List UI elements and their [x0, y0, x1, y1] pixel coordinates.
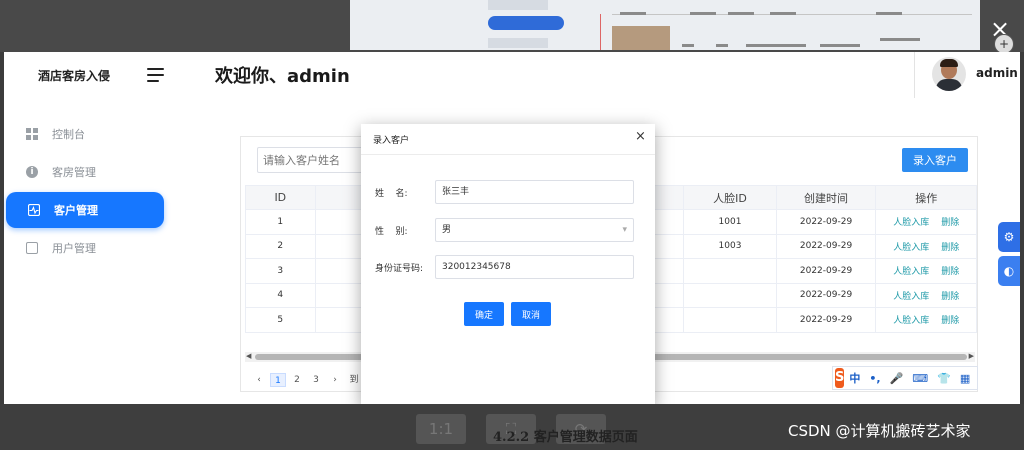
page-1-button[interactable]: 1: [270, 373, 286, 387]
cell-created: 2022-09-29: [775, 258, 877, 284]
scroll-right-icon[interactable]: ▶: [969, 352, 974, 360]
ime-lang-toggle[interactable]: 中: [849, 370, 860, 386]
brand-title: 酒店客房入侵: [38, 69, 111, 83]
cell-face-id: [683, 307, 777, 333]
face-enroll-link[interactable]: 人脸入库: [893, 243, 929, 253]
customer-search-input[interactable]: [257, 147, 367, 173]
cell-id: 3: [245, 258, 316, 284]
col-header-id[interactable]: ID: [245, 185, 316, 210]
dialog-title: 录入客户: [373, 136, 410, 146]
skin-icon[interactable]: 👕: [937, 372, 951, 385]
name-label: 姓 名:: [375, 189, 408, 199]
sidebar-item-users[interactable]: 用户管理: [4, 230, 164, 266]
sidebar-item-label: 客户管理: [54, 204, 98, 217]
cell-actions: 人脸入库 删除: [875, 282, 977, 308]
col-header-created[interactable]: 创建时间: [775, 185, 877, 210]
sogou-logo-icon[interactable]: S: [835, 368, 845, 388]
ime-punct-toggle[interactable]: •,: [869, 372, 880, 385]
header-divider: [914, 52, 915, 98]
id-number-field[interactable]: 320012345678: [435, 255, 634, 279]
gender-label: 性 别:: [375, 227, 408, 237]
dashboard-icon: [26, 128, 38, 140]
cell-actions: 人脸入库 删除: [875, 307, 977, 333]
face-enroll-link[interactable]: 人脸入库: [893, 267, 929, 277]
cell-face-id: 1003: [683, 233, 777, 259]
avatar[interactable]: [932, 57, 966, 91]
id-number-value: 320012345678: [442, 262, 511, 272]
delete-link[interactable]: 删除: [941, 316, 959, 326]
cell-created: 2022-09-29: [775, 209, 877, 235]
sidebar-item-label: 客房管理: [52, 166, 96, 179]
cell-created: 2022-09-29: [775, 233, 877, 259]
actual-size-button[interactable]: 1:1: [416, 414, 466, 444]
cell-face-id: [683, 282, 777, 308]
cell-actions: 人脸入库 删除: [875, 258, 977, 284]
app-header: 酒店客房入侵 欢迎你、admin admin: [4, 52, 1020, 98]
name-value: 张三丰: [442, 187, 470, 197]
figure-caption: 4.2.2 客户管理数据页面: [493, 430, 638, 445]
page-2-button[interactable]: 2: [289, 373, 305, 387]
settings-float-icon[interactable]: ⚙: [998, 222, 1020, 252]
name-field[interactable]: 张三丰: [435, 180, 634, 204]
sidebar-item-label: 用户管理: [52, 242, 96, 255]
welcome-title: 欢迎你、admin: [215, 66, 350, 87]
goto-label: 到: [349, 375, 359, 385]
close-icon[interactable]: ×: [635, 129, 646, 144]
gender-select[interactable]: 男 ▾: [435, 218, 634, 242]
cell-id: 2: [245, 233, 316, 259]
info-icon: i: [26, 166, 38, 178]
face-enroll-link[interactable]: 人脸入库: [893, 292, 929, 302]
cell-actions: 人脸入库 删除: [875, 209, 977, 235]
copy-icon: [26, 242, 38, 254]
face-enroll-link[interactable]: 人脸入库: [893, 218, 929, 228]
viewer-top-strip: [0, 0, 1024, 52]
id-number-label: 身份证号码:: [375, 264, 424, 274]
add-customer-button[interactable]: 录入客户: [902, 148, 968, 172]
background-thumbnail: [350, 0, 980, 50]
sidebar-item-rooms[interactable]: i 客房管理: [4, 154, 164, 190]
keyboard-icon[interactable]: ⌨: [912, 372, 928, 385]
theme-float-icon[interactable]: ◐: [998, 256, 1020, 286]
watermark: CSDN @计算机搬砖艺术家: [788, 422, 971, 440]
scroll-left-icon[interactable]: ◀: [246, 352, 251, 360]
next-page-icon[interactable]: ›: [327, 373, 343, 387]
ime-toolbar: S 中 •, 🎤 ⌨ 👕 ▦: [832, 366, 978, 390]
delete-link[interactable]: 删除: [941, 292, 959, 302]
chevron-down-icon: ▾: [622, 225, 627, 235]
col-header-face-id[interactable]: 人脸ID: [683, 185, 777, 210]
delete-link[interactable]: 删除: [941, 267, 959, 277]
cell-id: 5: [245, 307, 316, 333]
zoom-in-icon[interactable]: +: [994, 34, 1014, 54]
cell-id: 4: [245, 282, 316, 308]
hamburger-menu-icon[interactable]: [147, 68, 164, 82]
pulse-icon: [27, 203, 41, 217]
cell-face-id: [683, 258, 777, 284]
delete-link[interactable]: 删除: [941, 243, 959, 253]
cell-created: 2022-09-29: [775, 282, 877, 308]
cancel-button[interactable]: 取消: [511, 302, 551, 326]
col-header-actions: 操作: [875, 185, 977, 210]
microphone-icon[interactable]: 🎤: [890, 372, 904, 385]
toolbox-icon[interactable]: ▦: [960, 372, 970, 385]
add-customer-dialog: 录入客户 × 姓 名: 张三丰 性 别: 男 ▾ 身份证号码: 320012345…: [361, 124, 655, 406]
cell-created: 2022-09-29: [775, 307, 877, 333]
confirm-button[interactable]: 确定: [464, 302, 504, 326]
cell-face-id: 1001: [683, 209, 777, 235]
sidebar-item-customers[interactable]: 客户管理: [6, 192, 164, 228]
cell-id: 1: [245, 209, 316, 235]
pagination: ‹ 1 2 3 › 到: [251, 373, 365, 387]
cell-actions: 人脸入库 删除: [875, 233, 977, 259]
sidebar-item-dashboard[interactable]: 控制台: [4, 116, 164, 152]
username[interactable]: admin: [976, 66, 1018, 80]
delete-link[interactable]: 删除: [941, 218, 959, 228]
gender-value: 男: [442, 225, 452, 235]
face-enroll-link[interactable]: 人脸入库: [893, 316, 929, 326]
prev-page-icon[interactable]: ‹: [251, 373, 267, 387]
page-3-button[interactable]: 3: [308, 373, 324, 387]
sidebar-item-label: 控制台: [52, 128, 85, 141]
dialog-divider: [361, 154, 655, 155]
